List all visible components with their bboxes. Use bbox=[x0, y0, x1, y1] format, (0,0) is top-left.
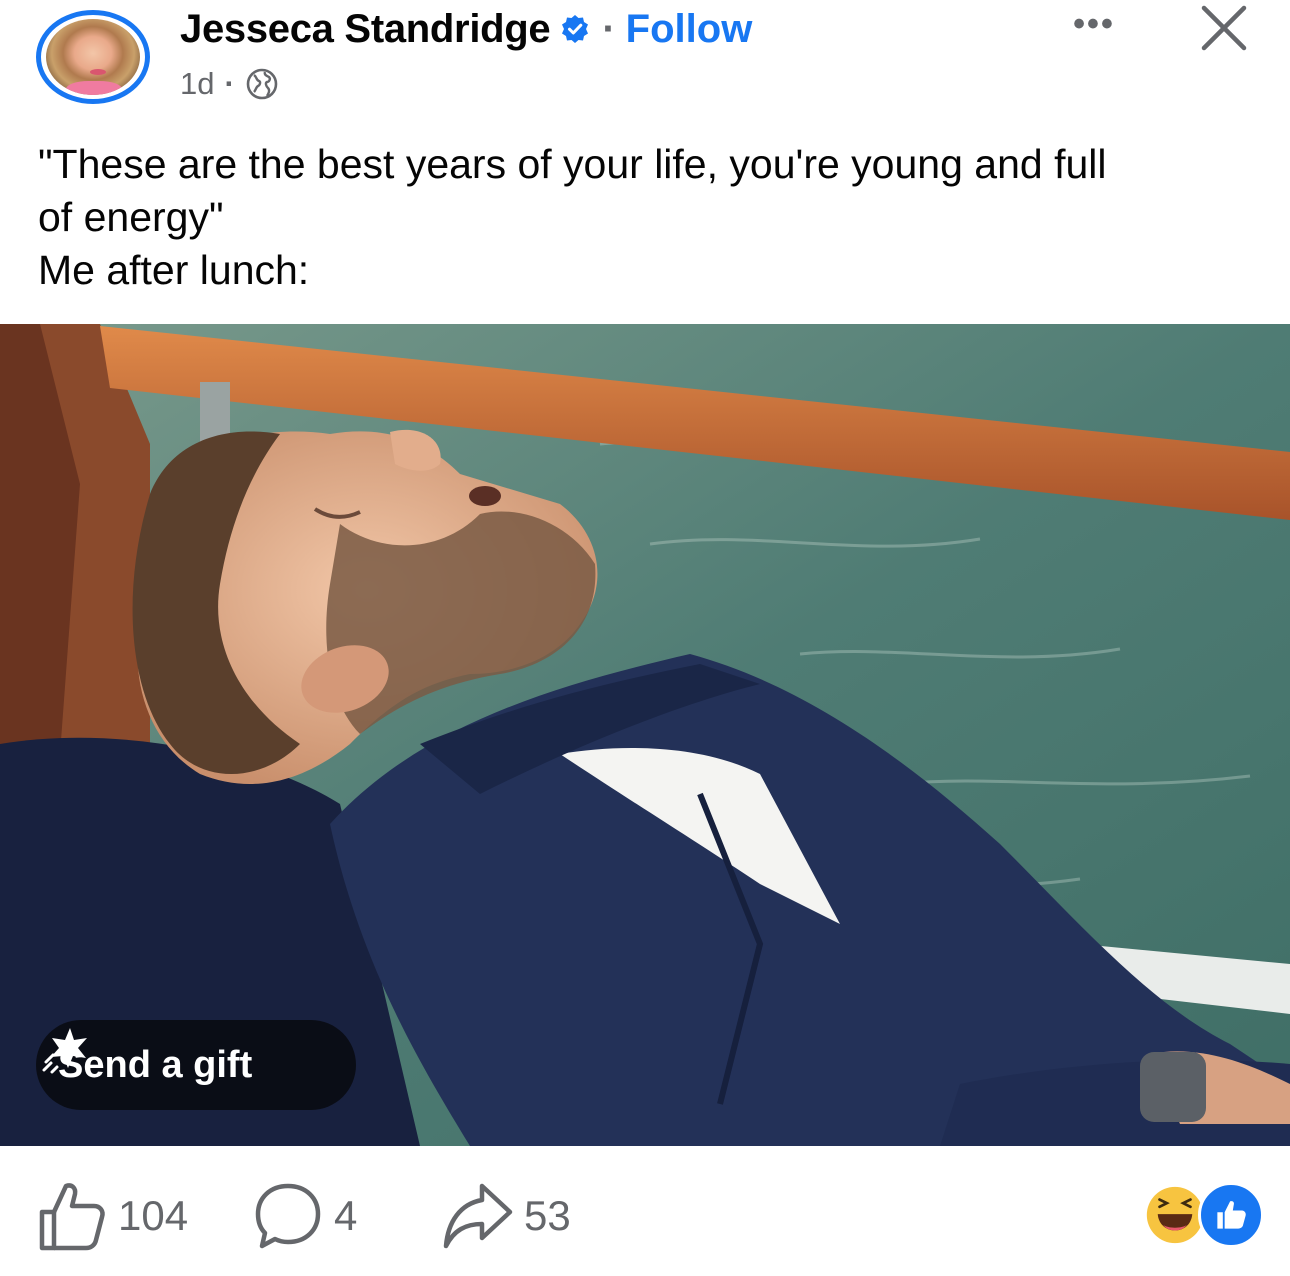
post-meta: 1d · bbox=[180, 62, 279, 106]
caption-line-1: "These are the best years of your life, … bbox=[38, 141, 1107, 187]
caption-line-2: of energy" bbox=[38, 194, 224, 240]
globe-icon[interactable] bbox=[245, 67, 279, 101]
avatar-lips bbox=[90, 69, 106, 75]
gift-sparkle-icon bbox=[42, 1028, 87, 1074]
thumbs-up-icon bbox=[39, 1183, 105, 1251]
verified-badge-icon bbox=[562, 15, 589, 43]
author-name[interactable]: Jesseca Standridge bbox=[180, 7, 551, 52]
post-actions-bar: 104 4 53 bbox=[0, 1146, 1290, 1276]
comment-bubble-icon bbox=[255, 1183, 321, 1249]
share-arrow-icon bbox=[443, 1183, 513, 1249]
avatar-shirt bbox=[66, 81, 122, 95]
comment-button[interactable]: 4 bbox=[250, 1176, 357, 1256]
meta-separator: · bbox=[224, 66, 235, 101]
author-row: Jesseca Standridge · Follow bbox=[180, 4, 752, 54]
author-avatar-story-ring[interactable] bbox=[36, 10, 156, 106]
post-photo[interactable]: Send a gift bbox=[0, 324, 1290, 1146]
post-caption: "These are the best years of your life, … bbox=[38, 138, 1268, 297]
like-reaction-icon bbox=[1198, 1182, 1264, 1248]
post-time[interactable]: 1d bbox=[180, 66, 214, 102]
follow-button[interactable]: Follow bbox=[626, 7, 753, 52]
reaction-summary[interactable] bbox=[1142, 1180, 1272, 1250]
like-count: 104 bbox=[118, 1192, 189, 1239]
more-options-icon[interactable]: ••• bbox=[1066, 5, 1122, 43]
send-gift-button[interactable]: Send a gift bbox=[36, 1020, 356, 1110]
post-header: Jesseca Standridge · Follow 1d · ••• bbox=[0, 0, 1290, 120]
share-button[interactable]: 53 bbox=[440, 1176, 571, 1256]
caption-line-3: Me after lunch: bbox=[38, 247, 310, 293]
share-count: 53 bbox=[524, 1192, 571, 1239]
like-button[interactable]: 104 bbox=[34, 1176, 188, 1256]
avatar[interactable] bbox=[46, 19, 140, 95]
comment-count: 4 bbox=[334, 1192, 358, 1239]
close-icon[interactable] bbox=[1196, 0, 1252, 56]
header-separator: · bbox=[602, 6, 616, 51]
